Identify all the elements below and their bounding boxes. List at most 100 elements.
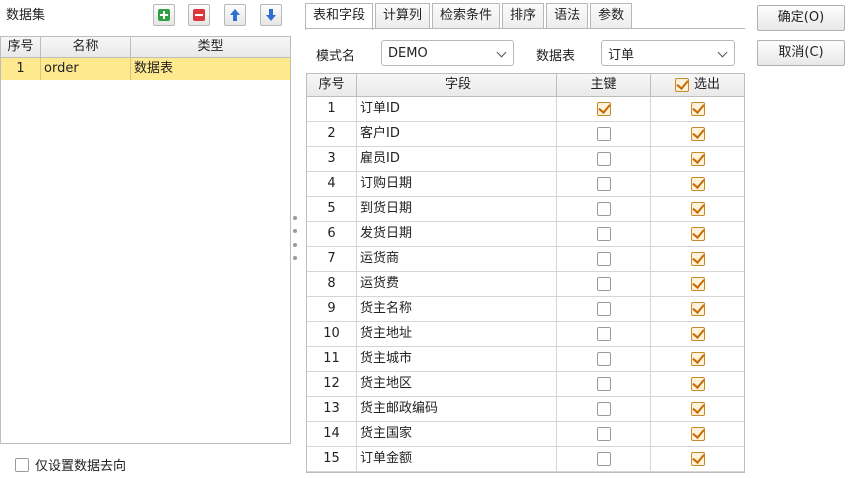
select-field-checkbox[interactable] <box>690 152 705 166</box>
primary-key-checkbox[interactable] <box>596 302 611 316</box>
field-row-name[interactable]: 货主地区 <box>357 372 557 396</box>
panel-splitter[interactable] <box>293 216 297 260</box>
field-row-primary-key-cell <box>557 97 651 121</box>
select-all-checkbox[interactable] <box>674 78 689 92</box>
only-set-destination-option[interactable]: 仅设置数据去向 <box>15 455 126 474</box>
field-row[interactable]: 10 货主地址 <box>307 322 744 347</box>
field-row-name[interactable]: 运货商 <box>357 247 557 271</box>
field-row-select-cell <box>651 397 744 421</box>
select-field-checkbox[interactable] <box>690 202 705 216</box>
select-field-checkbox[interactable] <box>690 177 705 191</box>
field-row-name[interactable]: 货主邮政编码 <box>357 397 557 421</box>
field-row[interactable]: 2 客户ID <box>307 122 744 147</box>
arrow-up-icon <box>230 9 240 21</box>
field-row-select-cell <box>651 97 744 121</box>
schema-label: 模式名 <box>316 49 356 64</box>
field-row[interactable]: 14 货主国家 <box>307 422 744 447</box>
field-row[interactable]: 6 发货日期 <box>307 222 744 247</box>
grip-dot-icon <box>293 216 297 220</box>
primary-key-checkbox[interactable] <box>596 127 611 141</box>
field-row[interactable]: 7 运货商 <box>307 247 744 272</box>
field-row-name[interactable]: 货主地址 <box>357 322 557 346</box>
primary-key-checkbox[interactable] <box>596 377 611 391</box>
field-row-select-cell <box>651 222 744 246</box>
field-row[interactable]: 8 运货费 <box>307 272 744 297</box>
select-field-checkbox[interactable] <box>690 377 705 391</box>
field-row-name[interactable]: 发货日期 <box>357 222 557 246</box>
field-row[interactable]: 12 货主地区 <box>307 372 744 397</box>
dataset-row[interactable]: 1 order 数据表 <box>1 58 290 80</box>
field-row-name[interactable]: 订购日期 <box>357 172 557 196</box>
primary-key-checkbox[interactable] <box>596 452 611 466</box>
select-field-checkbox[interactable] <box>690 227 705 241</box>
tab-search-conditions[interactable]: 检索条件 <box>432 3 501 29</box>
select-field-checkbox[interactable] <box>690 302 705 316</box>
primary-key-checkbox[interactable] <box>596 352 611 366</box>
select-field-checkbox[interactable] <box>690 102 705 116</box>
field-row-select-cell <box>651 172 744 196</box>
tab-computed-columns[interactable]: 计算列 <box>375 3 431 29</box>
primary-key-checkbox[interactable] <box>596 177 611 191</box>
select-field-checkbox[interactable] <box>690 352 705 366</box>
table-select[interactable]: 订单 <box>601 40 735 66</box>
select-field-checkbox[interactable] <box>690 327 705 341</box>
select-field-checkbox[interactable] <box>690 427 705 441</box>
schema-select-value: DEMO <box>388 45 428 61</box>
ok-button[interactable]: 确定(O) <box>757 5 845 31</box>
select-field-checkbox[interactable] <box>690 277 705 291</box>
select-field-checkbox[interactable] <box>690 127 705 141</box>
dataset-table: 序号 名称 类型 1 order 数据表 <box>0 36 291 444</box>
select-field-checkbox[interactable] <box>690 252 705 266</box>
field-row-select-cell <box>651 297 744 321</box>
move-down-button[interactable] <box>260 4 282 26</box>
primary-key-checkbox[interactable] <box>596 327 611 341</box>
field-row-name[interactable]: 货主名称 <box>357 297 557 321</box>
field-row[interactable]: 4 订购日期 <box>307 172 744 197</box>
primary-key-checkbox[interactable] <box>596 202 611 216</box>
cancel-button[interactable]: 取消(C) <box>757 40 845 66</box>
field-row-seq: 6 <box>307 222 357 246</box>
field-row-primary-key-cell <box>557 247 651 271</box>
delete-dataset-button[interactable] <box>188 4 210 26</box>
select-field-checkbox[interactable] <box>690 402 705 416</box>
tab-parameters[interactable]: 参数 <box>590 3 633 29</box>
field-row-name[interactable]: 到货日期 <box>357 197 557 221</box>
field-row-name[interactable]: 客户ID <box>357 122 557 146</box>
dataset-row-seq: 1 <box>1 58 41 80</box>
select-field-checkbox[interactable] <box>690 452 705 466</box>
field-row-name[interactable]: 货主国家 <box>357 422 557 446</box>
primary-key-checkbox[interactable] <box>596 402 611 416</box>
tab-sort[interactable]: 排序 <box>502 3 545 29</box>
field-row[interactable]: 13 货主邮政编码 <box>307 397 744 422</box>
tab-divider <box>305 28 745 29</box>
dataset-row-name[interactable]: order <box>41 58 131 80</box>
field-row-primary-key-cell <box>557 372 651 396</box>
primary-key-checkbox[interactable] <box>596 252 611 266</box>
dataset-row-type[interactable]: 数据表 <box>131 58 290 80</box>
primary-key-checkbox[interactable] <box>596 427 611 441</box>
field-row[interactable]: 9 货主名称 <box>307 297 744 322</box>
only-set-destination-checkbox[interactable] <box>15 457 29 472</box>
tab-table-fields[interactable]: 表和字段 <box>305 3 374 30</box>
field-row-name[interactable]: 订单金额 <box>357 447 557 471</box>
tab-syntax[interactable]: 语法 <box>546 3 589 29</box>
field-row[interactable]: 1 订单ID <box>307 97 744 122</box>
field-row[interactable]: 3 雇员ID <box>307 147 744 172</box>
field-row[interactable]: 5 到货日期 <box>307 197 744 222</box>
schema-select[interactable]: DEMO <box>381 40 514 66</box>
primary-key-checkbox[interactable] <box>596 227 611 241</box>
field-row[interactable]: 15 订单金额 <box>307 447 744 472</box>
field-row-name[interactable]: 订单ID <box>357 97 557 121</box>
add-dataset-button[interactable] <box>153 4 175 26</box>
move-up-button[interactable] <box>224 4 246 26</box>
field-row-name[interactable]: 货主城市 <box>357 347 557 371</box>
primary-key-checkbox[interactable] <box>596 152 611 166</box>
plus-icon <box>158 9 170 21</box>
primary-key-checkbox[interactable] <box>596 102 611 116</box>
field-row-primary-key-cell <box>557 272 651 296</box>
primary-key-checkbox[interactable] <box>596 277 611 291</box>
field-row-select-cell <box>651 347 744 371</box>
field-row[interactable]: 11 货主城市 <box>307 347 744 372</box>
field-row-name[interactable]: 运货费 <box>357 272 557 296</box>
field-row-name[interactable]: 雇员ID <box>357 147 557 171</box>
